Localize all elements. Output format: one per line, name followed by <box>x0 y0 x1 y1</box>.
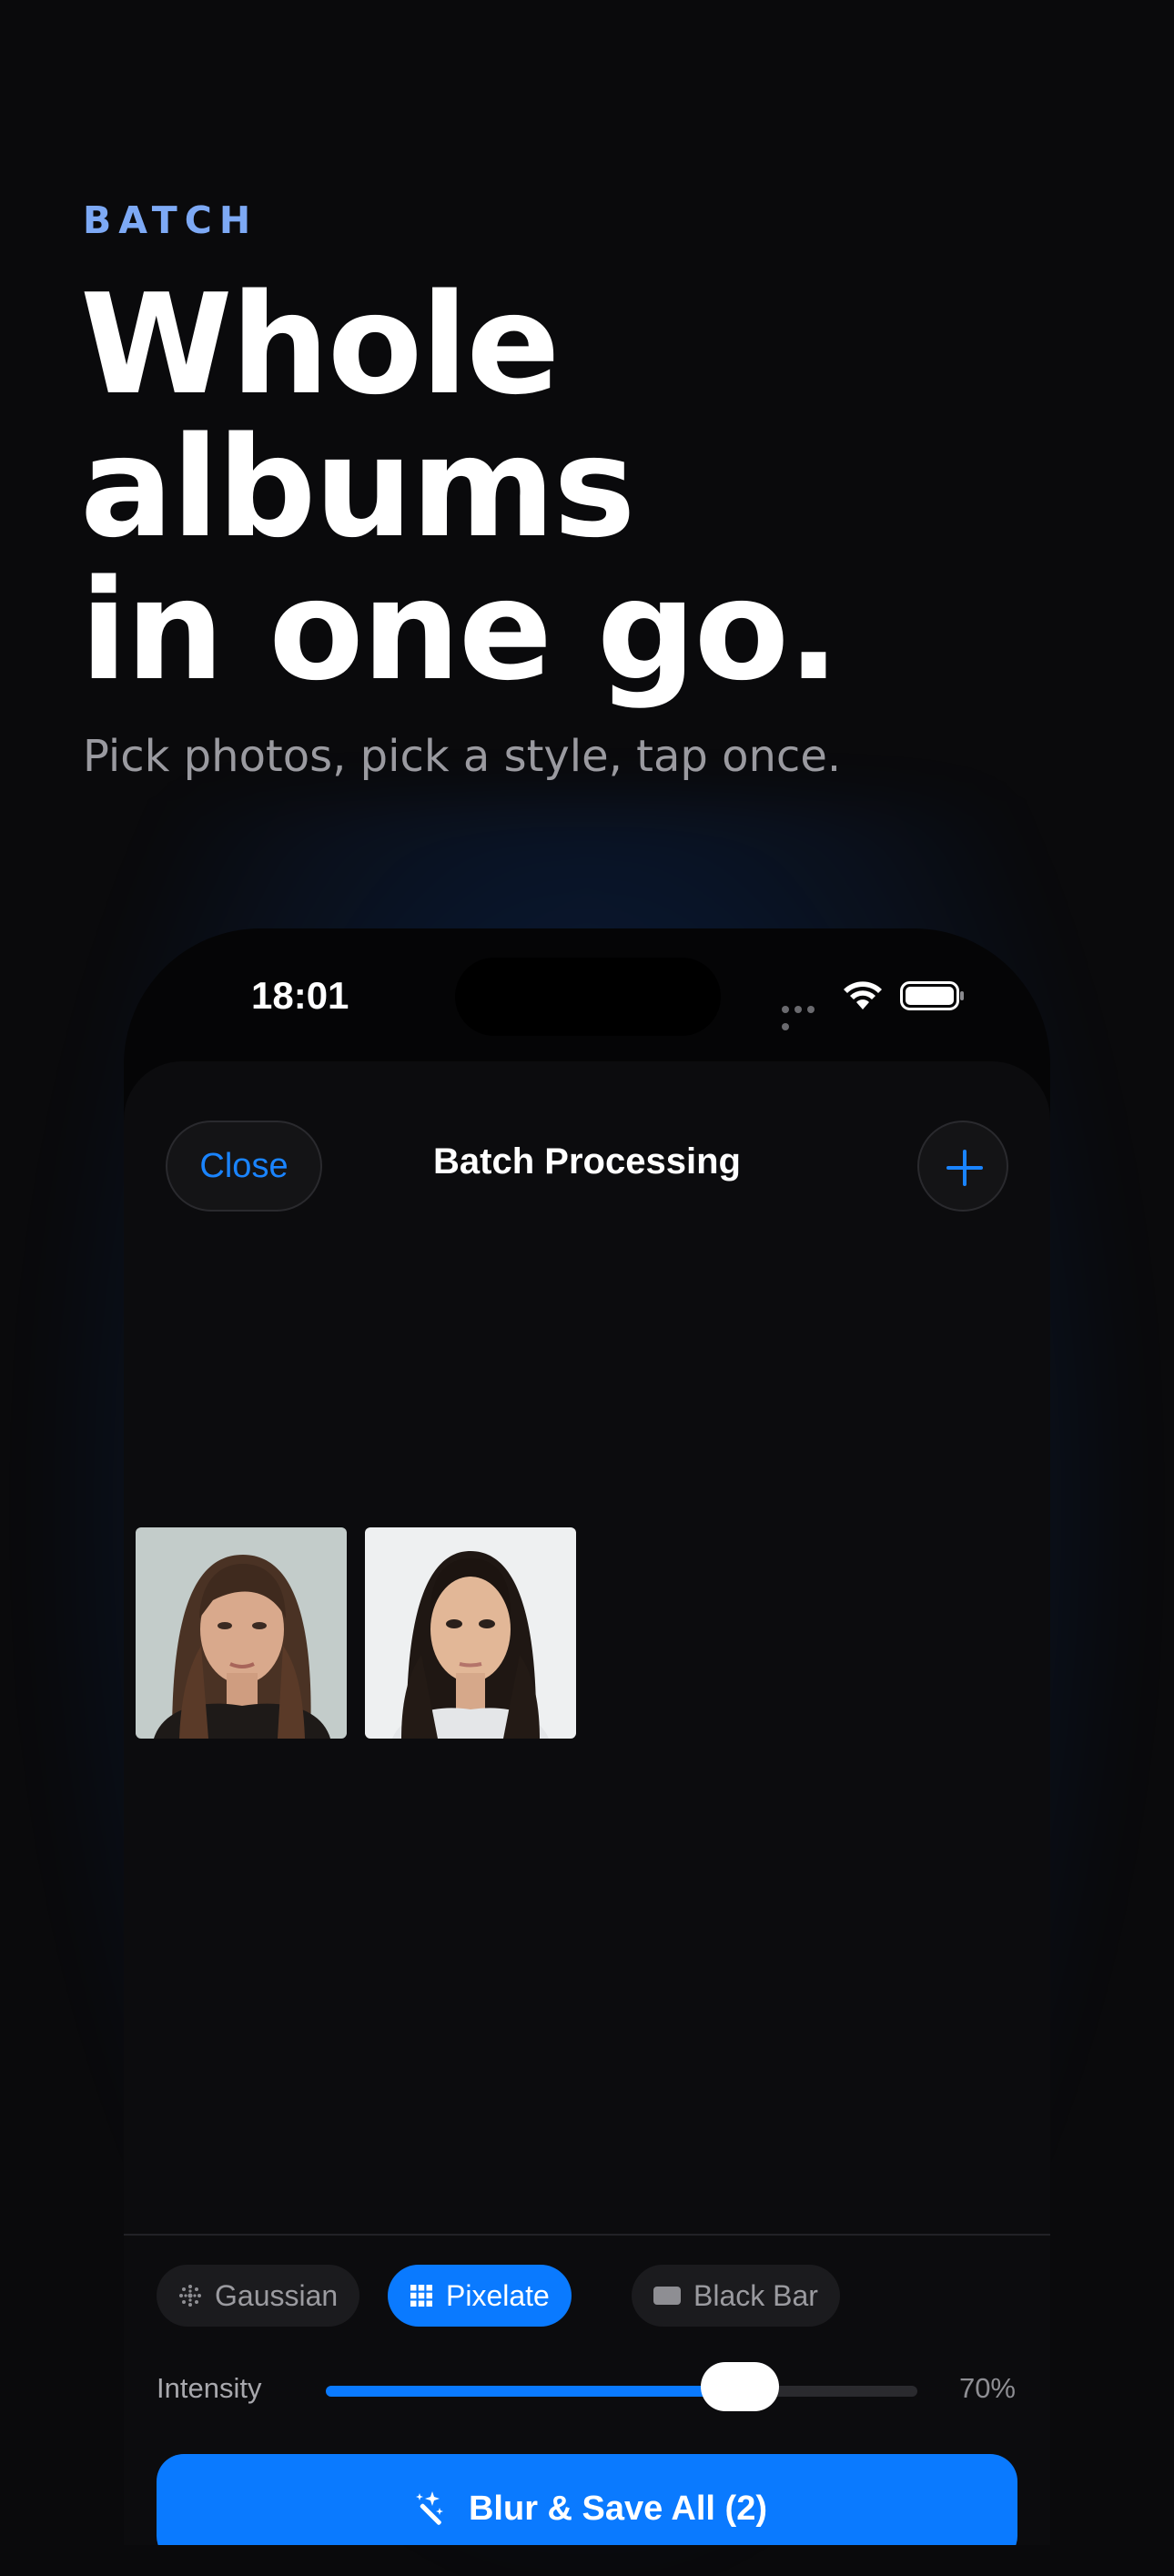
portrait-image <box>136 1527 347 1739</box>
style-chip-pixelate[interactable]: Pixelate <box>388 2265 572 2327</box>
style-chip-label: Black Bar <box>693 2278 818 2312</box>
blur-save-all-button[interactable]: Blur & Save All (2) <box>157 2454 1017 2545</box>
status-time: 18:01 <box>251 974 349 1017</box>
bottom-controls: Gaussian Pixelate Black Bar Intensity 70… <box>124 2234 1050 2545</box>
headline-line: Whole <box>80 264 560 425</box>
slider-fill <box>326 2386 740 2397</box>
slider-thumb[interactable] <box>701 2362 779 2411</box>
intensity-label: Intensity <box>157 2372 262 2404</box>
black-bar-icon <box>653 2287 681 2305</box>
hero-headline: Whole albums in one go. <box>80 264 840 711</box>
screen-title: Batch Processing <box>433 1141 741 1182</box>
intensity-slider[interactable] <box>326 2362 917 2411</box>
battery-icon <box>900 981 964 1010</box>
add-photos-button[interactable] <box>917 1121 1008 1212</box>
dynamic-island <box>455 958 721 1036</box>
intensity-value: 70% <box>958 2372 1016 2404</box>
style-chip-gaussian[interactable]: Gaussian <box>157 2265 360 2327</box>
headline-line: in one go. <box>80 550 840 711</box>
status-bar: 18:01 <box>124 928 1050 1065</box>
batch-screen: Close Batch Processing Gaussian Pixelate… <box>124 1061 1050 2545</box>
photo-thumbnail[interactable] <box>365 1527 576 1739</box>
plus-icon <box>946 1150 983 1186</box>
portrait-image <box>365 1527 576 1739</box>
save-button-label: Blur & Save All (2) <box>468 2489 767 2528</box>
headline-line: albums <box>80 407 636 568</box>
gaussian-dots-icon <box>179 2285 201 2307</box>
magic-wand-icon <box>415 2491 443 2525</box>
phone-mockup: 18:01 Close Batch Processing Gaussian Pi… <box>124 928 1050 2545</box>
style-chip-label: Pixelate <box>446 2278 550 2312</box>
grid-icon <box>410 2285 432 2307</box>
wifi-icon <box>844 981 882 1009</box>
style-chip-black-bar[interactable]: Black Bar <box>632 2265 840 2327</box>
section-eyebrow: BATCH <box>83 198 258 242</box>
style-chip-label: Gaussian <box>215 2278 339 2312</box>
cellular-icon <box>782 999 831 1030</box>
hero-subtitle: Pick photos, pick a style, tap once. <box>83 731 842 782</box>
photo-thumbnail[interactable] <box>136 1527 347 1739</box>
